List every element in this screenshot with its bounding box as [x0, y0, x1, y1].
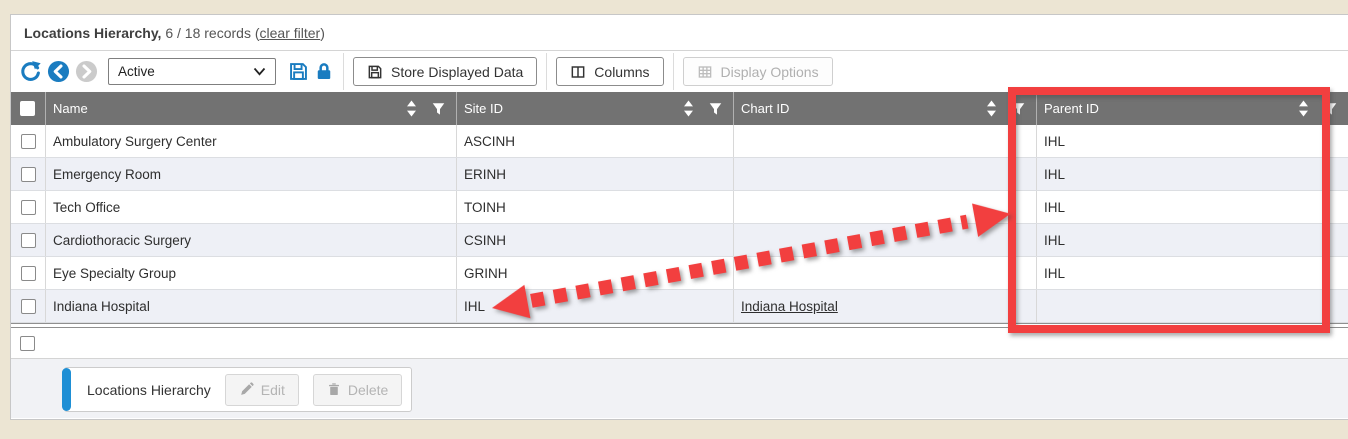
chart-id-cell — [733, 224, 1036, 256]
save-view-icon[interactable] — [288, 61, 309, 82]
table-row[interactable]: Cardiothoracic Surgery CSINH IHL — [11, 224, 1348, 257]
table-row[interactable]: Ambulatory Surgery Center ASCINH IHL — [11, 125, 1348, 158]
name-cell: Cardiothoracic Surgery — [45, 224, 456, 256]
parent-id-cell: IHL — [1036, 224, 1348, 256]
action-card-label: Locations Hierarchy — [87, 382, 211, 398]
chart-id-cell — [733, 191, 1036, 223]
row-checkbox[interactable] — [21, 200, 36, 215]
column-label: Chart ID — [741, 101, 986, 116]
lock-icon[interactable] — [314, 61, 334, 82]
view-filter-value: Active — [118, 64, 253, 79]
filter-funnel-icon[interactable] — [1012, 102, 1025, 116]
parent-id-cell: IHL — [1036, 158, 1348, 190]
selection-action-card: Locations Hierarchy Edit Delete — [64, 367, 412, 412]
select-all-cell — [11, 92, 45, 125]
edit-label: Edit — [261, 382, 285, 398]
toolbar: Active Store Displayed Data — [11, 51, 1348, 92]
locations-hierarchy-panel: Locations Hierarchy, 6 / 18 records (cle… — [10, 14, 1348, 420]
toolbar-separator — [673, 53, 674, 90]
title-bar: Locations Hierarchy, 6 / 18 records (cle… — [11, 15, 1348, 51]
delete-label: Delete — [348, 382, 388, 398]
filter-funnel-icon[interactable] — [709, 102, 722, 116]
column-header-name[interactable]: Name — [45, 92, 456, 125]
column-header-chart-id[interactable]: Chart ID — [733, 92, 1036, 125]
name-cell: Ambulatory Surgery Center — [45, 125, 456, 157]
grid-icon — [697, 64, 713, 80]
store-displayed-data-label: Store Displayed Data — [391, 64, 523, 80]
table-row[interactable]: Indiana Hospital IHL Indiana Hospital — [11, 290, 1348, 323]
table-header: Name Site ID Chart ID — [11, 92, 1348, 125]
chart-id-cell: Indiana Hospital — [733, 290, 1036, 322]
record-count: 6 / 18 records — [161, 25, 254, 41]
row-checkbox[interactable] — [21, 266, 36, 281]
action-area: Locations Hierarchy Edit Delete — [11, 359, 1348, 418]
row-checkbox[interactable] — [21, 233, 36, 248]
parent-id-cell: IHL — [1036, 191, 1348, 223]
edit-button[interactable]: Edit — [225, 374, 299, 406]
chart-id-cell — [733, 125, 1036, 157]
parent-id-cell: IHL — [1036, 257, 1348, 289]
column-label: Site ID — [464, 101, 683, 116]
forward-icon[interactable] — [75, 60, 98, 83]
parent-id-cell — [1036, 290, 1348, 322]
back-icon[interactable] — [47, 60, 70, 83]
refresh-icon[interactable] — [19, 60, 42, 83]
table-row[interactable]: Eye Specialty Group GRINH IHL — [11, 257, 1348, 290]
row-checkbox[interactable] — [21, 299, 36, 314]
display-options-button[interactable]: Display Options — [683, 57, 833, 86]
columns-label: Columns — [594, 64, 649, 80]
accent-bar — [62, 368, 71, 411]
floppy-disk-icon — [367, 64, 383, 80]
table-row[interactable]: Tech Office TOINH IHL — [11, 191, 1348, 224]
row-checkbox[interactable] — [21, 167, 36, 182]
toolbar-separator — [546, 53, 547, 90]
column-label: Name — [53, 101, 406, 116]
site-id-cell: ERINH — [456, 158, 733, 190]
footer-checkbox[interactable] — [20, 336, 35, 351]
store-displayed-data-button[interactable]: Store Displayed Data — [353, 57, 537, 86]
column-header-parent-id[interactable]: Parent ID — [1036, 92, 1348, 125]
toolbar-separator — [343, 53, 344, 90]
site-id-cell: ASCINH — [456, 125, 733, 157]
paren-close: ) — [320, 25, 325, 41]
columns-button[interactable]: Columns — [556, 57, 663, 86]
sort-icon[interactable] — [986, 100, 997, 117]
filter-funnel-icon[interactable] — [1324, 102, 1337, 116]
name-cell: Eye Specialty Group — [45, 257, 456, 289]
site-id-cell: IHL — [456, 290, 733, 322]
chevron-down-icon — [253, 67, 266, 76]
chart-id-link[interactable]: Indiana Hospital — [741, 299, 838, 314]
sort-icon[interactable] — [1298, 100, 1309, 117]
sort-icon[interactable] — [406, 100, 417, 117]
parent-id-cell: IHL — [1036, 125, 1348, 157]
site-id-cell: GRINH — [456, 257, 733, 289]
footer-row — [11, 328, 1348, 359]
filter-funnel-icon[interactable] — [432, 102, 445, 116]
name-cell: Tech Office — [45, 191, 456, 223]
name-cell: Indiana Hospital — [45, 290, 456, 322]
select-all-checkbox[interactable] — [20, 101, 35, 116]
clear-filter-link[interactable]: clear filter — [260, 25, 321, 41]
page-title: Locations Hierarchy, — [24, 25, 161, 41]
chart-id-cell — [733, 257, 1036, 289]
display-options-label: Display Options — [721, 64, 819, 80]
site-id-cell: CSINH — [456, 224, 733, 256]
row-checkbox[interactable] — [21, 134, 36, 149]
column-label: Parent ID — [1044, 101, 1298, 116]
columns-icon — [570, 64, 586, 80]
name-cell: Emergency Room — [45, 158, 456, 190]
chart-id-cell — [733, 158, 1036, 190]
sort-icon[interactable] — [683, 100, 694, 117]
table-row[interactable]: Emergency Room ERINH IHL — [11, 158, 1348, 191]
column-header-site-id[interactable]: Site ID — [456, 92, 733, 125]
view-filter-select[interactable]: Active — [108, 58, 276, 85]
site-id-cell: TOINH — [456, 191, 733, 223]
page: Locations Hierarchy, 6 / 18 records (cle… — [0, 0, 1348, 439]
pencil-icon — [239, 382, 254, 397]
trash-icon — [327, 382, 341, 397]
delete-button[interactable]: Delete — [313, 374, 402, 406]
